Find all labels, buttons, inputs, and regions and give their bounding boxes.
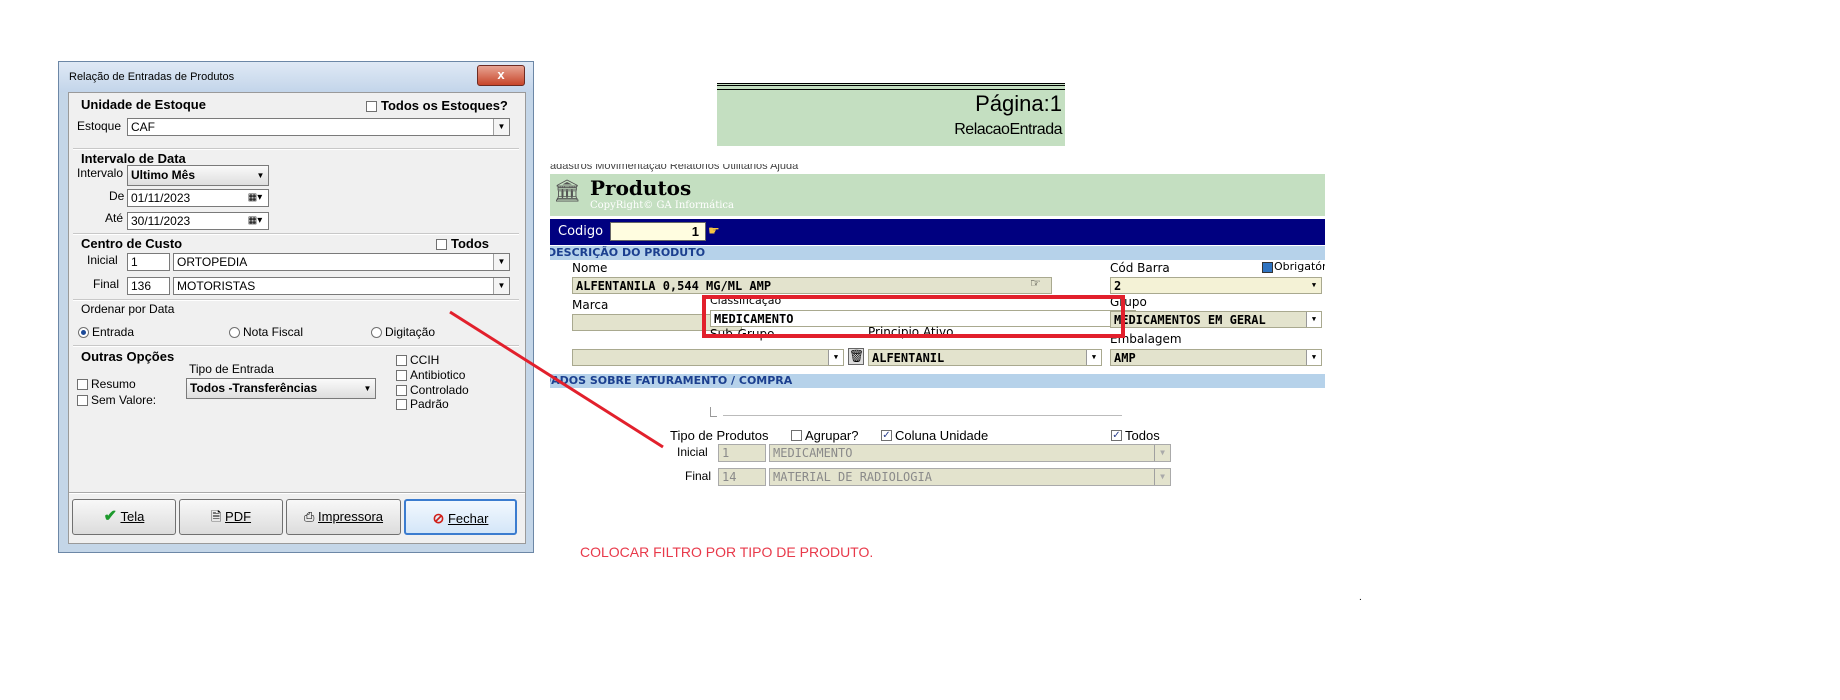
arrow-line [449,310,664,449]
stray-dot: . [1359,592,1362,603]
annotation-arrow [449,310,664,449]
annotation-note: COLOCAR FILTRO POR TIPO DE PRODUTO. [580,544,874,560]
